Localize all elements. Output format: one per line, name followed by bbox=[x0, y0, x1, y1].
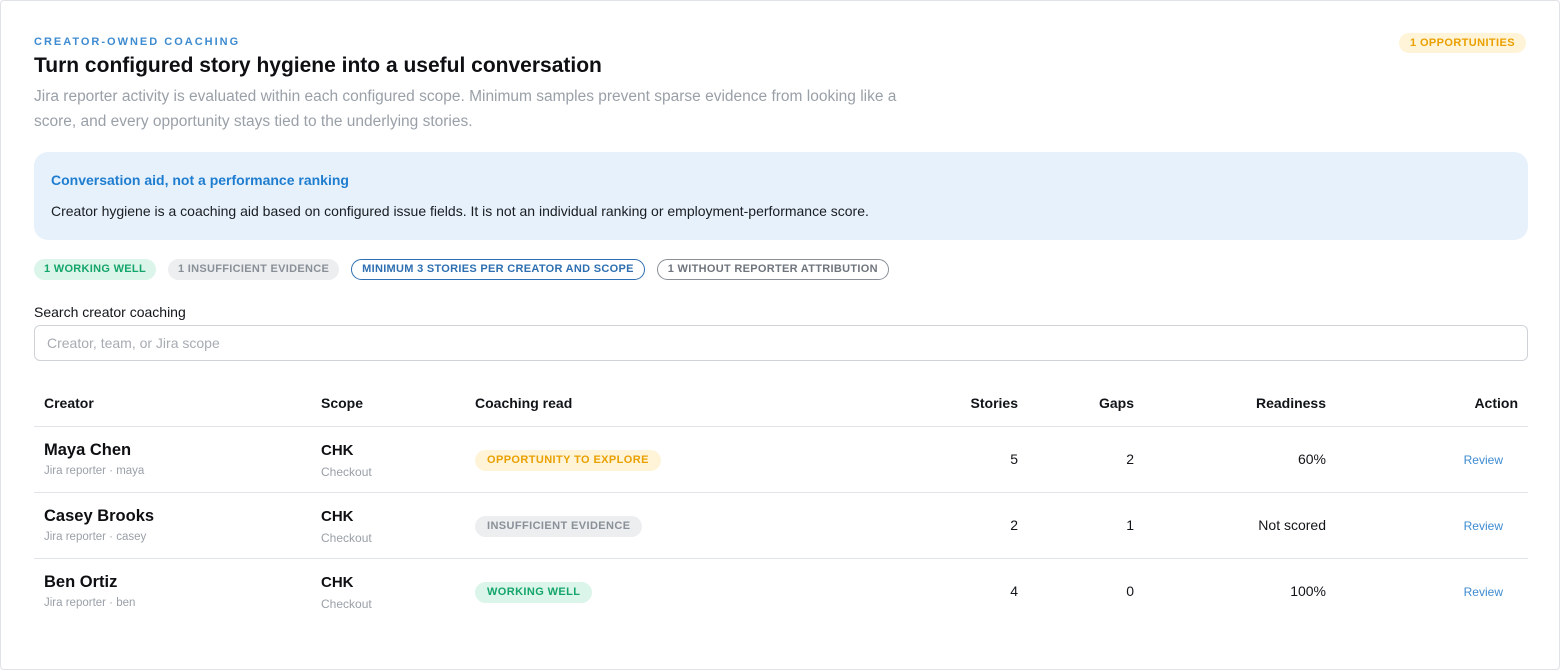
table-row: Ben Ortiz Jira reporter · ben CHK Checko… bbox=[34, 559, 1528, 625]
header-coaching-read: Coaching read bbox=[475, 395, 573, 411]
opportunities-badge: 1 OPPORTUNITIES bbox=[1398, 33, 1526, 53]
info-notice: Conversation aid, not a performance rank… bbox=[34, 152, 1528, 240]
coaching-status-badge: INSUFFICIENT EVIDENCE bbox=[475, 516, 643, 537]
notice-title: Conversation aid, not a performance rank… bbox=[51, 172, 349, 188]
scope-key: CHK bbox=[321, 508, 354, 525]
summary-chips: 1 WORKING WELL 1 INSUFFICIENT EVIDENCE M… bbox=[34, 259, 889, 280]
gaps-count: 1 bbox=[1126, 517, 1134, 533]
creator-reporter: Jira reporter · maya bbox=[44, 465, 145, 477]
insufficient-evidence-chip: 1 INSUFFICIENT EVIDENCE bbox=[167, 259, 340, 280]
creator-name: Ben Ortiz bbox=[44, 573, 118, 591]
gaps-count: 0 bbox=[1126, 583, 1134, 599]
search-label: Search creator coaching bbox=[34, 304, 186, 320]
readiness-value: 60% bbox=[1297, 451, 1326, 467]
header-stories: Stories bbox=[970, 395, 1018, 411]
scope-name: Checkout bbox=[321, 465, 372, 479]
review-link[interactable]: Review bbox=[1464, 585, 1503, 599]
header-gaps: Gaps bbox=[1098, 395, 1134, 411]
notice-body: Creator hygiene is a coaching aid based … bbox=[51, 203, 869, 219]
header-action: Action bbox=[1474, 395, 1518, 411]
table-header: Creator Scope Coaching read Stories Gaps… bbox=[34, 386, 1528, 427]
readiness-value: Not scored bbox=[1258, 517, 1326, 533]
working-well-chip: 1 WORKING WELL bbox=[34, 259, 156, 280]
review-link[interactable]: Review bbox=[1464, 519, 1503, 533]
coaching-status-badge: OPPORTUNITY TO EXPLORE bbox=[475, 450, 661, 471]
creator-name: Maya Chen bbox=[44, 441, 132, 459]
table-row: Casey Brooks Jira reporter · casey CHK C… bbox=[34, 493, 1528, 559]
header-scope: Scope bbox=[321, 395, 364, 411]
page-title: Turn configured story hygiene into a use… bbox=[34, 54, 602, 77]
scope-name: Checkout bbox=[321, 597, 372, 611]
table-row: Maya Chen Jira reporter · maya CHK Check… bbox=[34, 427, 1528, 493]
page-subtitle: Jira reporter activity is evaluated with… bbox=[34, 88, 897, 130]
scope-name: Checkout bbox=[321, 531, 372, 545]
header-creator: Creator bbox=[44, 395, 94, 411]
creator-name: Casey Brooks bbox=[44, 507, 155, 525]
coaching-status-badge: WORKING WELL bbox=[475, 582, 593, 603]
readiness-value: 100% bbox=[1290, 583, 1326, 599]
stories-count: 4 bbox=[1010, 583, 1018, 599]
without-attribution-chip: 1 WITHOUT REPORTER ATTRIBUTION bbox=[656, 259, 889, 280]
section-eyebrow: CREATOR-OWNED COACHING bbox=[34, 36, 241, 48]
minimum-stories-chip: MINIMUM 3 STORIES PER CREATOR AND SCOPE bbox=[351, 259, 645, 280]
coaching-table: Creator Scope Coaching read Stories Gaps… bbox=[34, 386, 1528, 625]
search-input[interactable] bbox=[34, 325, 1528, 361]
creator-reporter: Jira reporter · ben bbox=[44, 597, 136, 609]
header-readiness: Readiness bbox=[1255, 395, 1326, 411]
stories-count: 5 bbox=[1010, 451, 1018, 467]
gaps-count: 2 bbox=[1126, 451, 1134, 467]
stories-count: 2 bbox=[1010, 517, 1018, 533]
creator-reporter: Jira reporter · casey bbox=[44, 531, 147, 543]
creator-coaching-card: CREATOR-OWNED COACHING Turn configured s… bbox=[0, 0, 1560, 670]
review-link[interactable]: Review bbox=[1464, 453, 1503, 467]
scope-key: CHK bbox=[321, 574, 354, 591]
scope-key: CHK bbox=[321, 442, 354, 459]
